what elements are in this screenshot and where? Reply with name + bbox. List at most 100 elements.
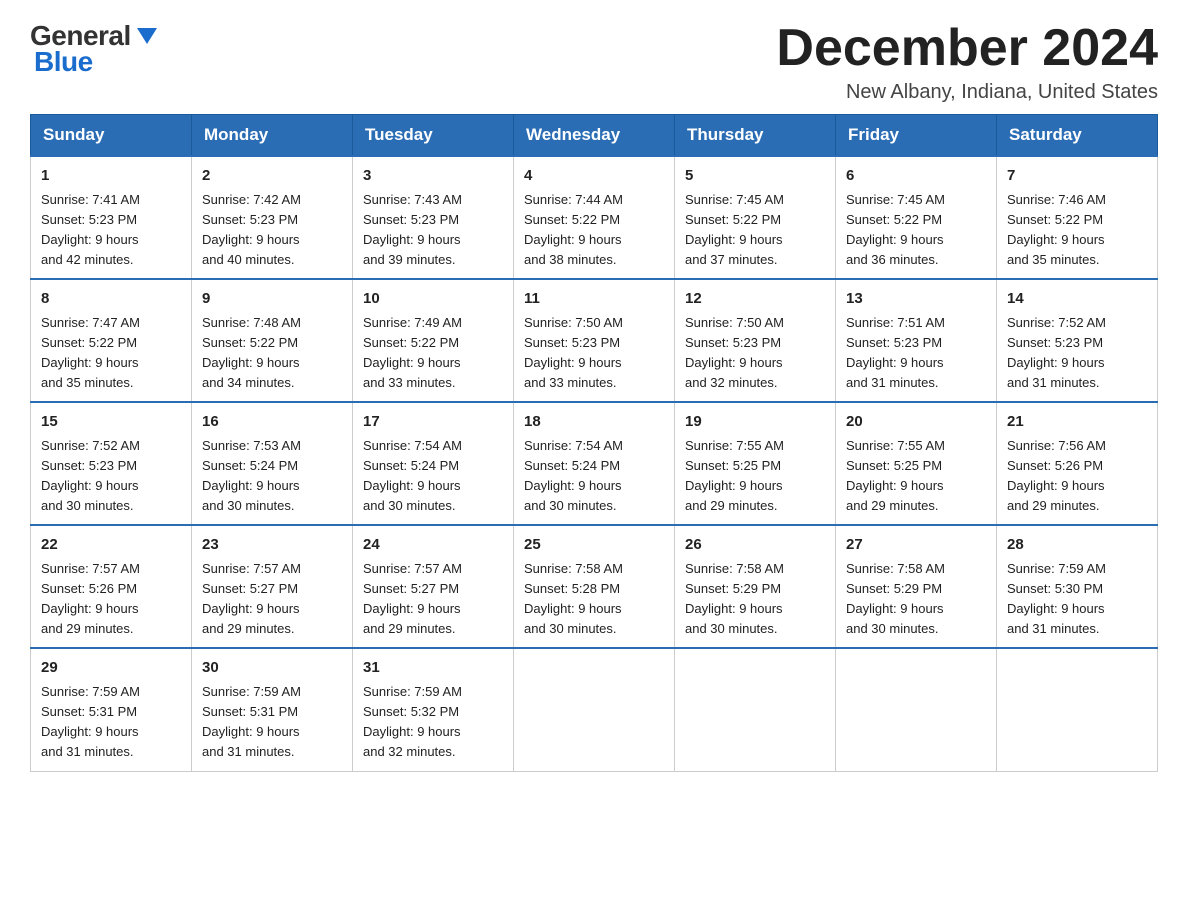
calendar-week-row: 29Sunrise: 7:59 AMSunset: 5:31 PMDayligh… bbox=[31, 648, 1158, 771]
calendar-header-row: SundayMondayTuesdayWednesdayThursdayFrid… bbox=[31, 115, 1158, 157]
daylight-label: Daylight: 9 hoursand 30 minutes. bbox=[685, 601, 783, 636]
day-info: Sunrise: 7:59 AMSunset: 5:32 PMDaylight:… bbox=[363, 682, 503, 763]
sunrise-label: Sunrise: 7:41 AM bbox=[41, 192, 140, 207]
sunrise-label: Sunrise: 7:43 AM bbox=[363, 192, 462, 207]
calendar-day-cell: 7Sunrise: 7:46 AMSunset: 5:22 PMDaylight… bbox=[997, 156, 1158, 279]
day-info: Sunrise: 7:59 AMSunset: 5:31 PMDaylight:… bbox=[41, 682, 181, 763]
calendar-week-row: 8 Sunrise: 7:47 AM Sunset: 5:22 PM Daylight… bbox=[31, 279, 1158, 402]
sunrise-label: Sunrise: 7:56 AM bbox=[1007, 438, 1106, 453]
daylight-label: Daylight: 9 hoursand 33 minutes. bbox=[524, 355, 622, 390]
day-info: Sunrise: 7:48 AMSunset: 5:22 PMDaylight:… bbox=[202, 313, 342, 394]
daylight-label: Daylight: 9 hoursand 29 minutes. bbox=[685, 478, 783, 513]
calendar-day-cell: 13Sunrise: 7:51 AMSunset: 5:23 PMDayligh… bbox=[836, 279, 997, 402]
day-number: 15 bbox=[41, 411, 181, 434]
day-info: Sunrise: 7:44 AM Sunset: 5:22 PM Daylight:… bbox=[524, 190, 664, 271]
calendar-day-cell bbox=[514, 648, 675, 771]
sunset-label: Sunset: 5:25 PM bbox=[846, 458, 942, 473]
calendar-day-cell: 20Sunrise: 7:55 AMSunset: 5:25 PMDayligh… bbox=[836, 402, 997, 525]
sunset-label: Sunset: 5:32 PM bbox=[363, 704, 459, 719]
calendar-day-cell: 1Sunrise: 7:41 AMSunset: 5:23 PMDaylight… bbox=[31, 156, 192, 279]
calendar-week-row: 15 Sunrise: 7:52 AM Sunset: 5:23 PM Dayligh… bbox=[31, 402, 1158, 525]
calendar-day-cell bbox=[675, 648, 836, 771]
month-title: December 2024 bbox=[776, 20, 1158, 77]
day-info: Sunrise: 7:55 AMSunset: 5:25 PMDaylight:… bbox=[846, 436, 986, 517]
day-number: 2 bbox=[202, 165, 342, 188]
sunset-label: Sunset: 5:22 PM bbox=[1007, 212, 1103, 227]
daylight-label: Daylight: 9 hoursand 38 minutes. bbox=[524, 232, 622, 267]
day-info: Sunrise: 7:45 AMSunset: 5:22 PMDaylight:… bbox=[685, 190, 825, 271]
daylight-label: Daylight: 9 hoursand 32 minutes. bbox=[363, 724, 461, 759]
sunset-label: Sunset: 5:22 PM bbox=[363, 335, 459, 350]
daylight-label: Daylight: 9 hoursand 40 minutes. bbox=[202, 232, 300, 267]
sunset-label: Sunset: 5:31 PM bbox=[41, 704, 137, 719]
daylight-label: Daylight: 9 hoursand 29 minutes. bbox=[363, 601, 461, 636]
calendar-day-cell: 31Sunrise: 7:59 AMSunset: 5:32 PMDayligh… bbox=[353, 648, 514, 771]
sunset-label: Sunset: 5:22 PM bbox=[524, 212, 620, 227]
sunrise-label: Sunrise: 7:44 AM bbox=[524, 192, 623, 207]
day-info: Sunrise: 7:55 AM Sunset: 5:25 PM Daylight:… bbox=[685, 436, 825, 517]
sunrise-label: Sunrise: 7:50 AM bbox=[685, 315, 784, 330]
day-number: 24 bbox=[363, 534, 503, 557]
calendar-day-cell: 22Sunrise: 7:57 AMSunset: 5:26 PMDayligh… bbox=[31, 525, 192, 648]
logo-blue-text: Blue bbox=[30, 46, 93, 78]
calendar-day-cell: 8Sunrise: 7:47 AMSunset: 5:22 PMDaylight… bbox=[31, 279, 192, 402]
daylight-label: Daylight: 9 hoursand 35 minutes. bbox=[1007, 232, 1105, 267]
day-info: Sunrise: 7:58 AMSunset: 5:28 PMDaylight:… bbox=[524, 559, 664, 640]
sunrise-label: Sunrise: 7:45 AM bbox=[685, 192, 784, 207]
sunrise-label: Sunrise: 7:57 AM bbox=[202, 561, 301, 576]
sunrise-label: Sunrise: 7:49 AM bbox=[363, 315, 462, 330]
daylight-label: Daylight: 9 hoursand 29 minutes. bbox=[41, 601, 139, 636]
sunrise-label: Sunrise: 7:48 AM bbox=[202, 315, 301, 330]
daylight-label: Daylight: 9 hoursand 31 minutes. bbox=[202, 724, 300, 759]
sunrise-label: Sunrise: 7:55 AM bbox=[846, 438, 945, 453]
day-info: Sunrise: 7:50 AMSunset: 5:23 PMDaylight:… bbox=[524, 313, 664, 394]
sunrise-label: Sunrise: 7:52 AM bbox=[1007, 315, 1106, 330]
calendar-day-cell: 28Sunrise: 7:59 AMSunset: 5:30 PMDayligh… bbox=[997, 525, 1158, 648]
daylight-label: Daylight: 9 hoursand 30 minutes. bbox=[846, 601, 944, 636]
day-of-week-header: Saturday bbox=[997, 115, 1158, 157]
day-info: Sunrise: 7:46 AMSunset: 5:22 PMDaylight:… bbox=[1007, 190, 1147, 271]
sunset-label: Sunset: 5:23 PM bbox=[1007, 335, 1103, 350]
day-number: 18 bbox=[524, 411, 664, 434]
calendar-day-cell: 27Sunrise: 7:58 AMSunset: 5:29 PMDayligh… bbox=[836, 525, 997, 648]
day-number: 10 bbox=[363, 288, 503, 311]
calendar-day-cell: 25Sunrise: 7:58 AMSunset: 5:28 PMDayligh… bbox=[514, 525, 675, 648]
daylight-label: Daylight: 9 hoursand 30 minutes. bbox=[363, 478, 461, 513]
daylight-label: Daylight: 9 hoursand 30 minutes. bbox=[524, 601, 622, 636]
day-number: 25 bbox=[524, 534, 664, 557]
day-info: Sunrise: 7:47 AMSunset: 5:22 PMDaylight:… bbox=[41, 313, 181, 394]
day-number: 19 bbox=[685, 411, 825, 434]
day-info: Sunrise: 7:45 AMSunset: 5:22 PMDaylight:… bbox=[846, 190, 986, 271]
day-number: 11 bbox=[524, 288, 664, 311]
sunset-label: Sunset: 5:25 PM bbox=[685, 458, 781, 473]
day-info: Sunrise: 7:59 AMSunset: 5:30 PMDaylight:… bbox=[1007, 559, 1147, 640]
sunrise-label: Sunrise: 7:55 AM bbox=[685, 438, 784, 453]
calendar-day-cell: 9Sunrise: 7:48 AMSunset: 5:22 PMDaylight… bbox=[192, 279, 353, 402]
sunrise-label: Sunrise: 7:52 AM bbox=[41, 438, 140, 453]
daylight-label: Daylight: 9 hoursand 31 minutes. bbox=[1007, 355, 1105, 390]
calendar-table: SundayMondayTuesdayWednesdayThursdayFrid… bbox=[30, 114, 1158, 771]
day-number: 8 bbox=[41, 288, 181, 311]
daylight-label: Daylight: 9 hoursand 31 minutes. bbox=[41, 724, 139, 759]
day-info: Sunrise: 7:58 AMSunset: 5:29 PMDaylight:… bbox=[846, 559, 986, 640]
day-info: Sunrise: 7:53 AMSunset: 5:24 PMDaylight:… bbox=[202, 436, 342, 517]
sunrise-label: Sunrise: 7:47 AM bbox=[41, 315, 140, 330]
sunrise-label: Sunrise: 7:59 AM bbox=[202, 684, 301, 699]
sunset-label: Sunset: 5:23 PM bbox=[41, 458, 137, 473]
day-info: Sunrise: 7:57 AMSunset: 5:26 PMDaylight:… bbox=[41, 559, 181, 640]
day-info: Sunrise: 7:51 AMSunset: 5:23 PMDaylight:… bbox=[846, 313, 986, 394]
sunset-label: Sunset: 5:24 PM bbox=[363, 458, 459, 473]
daylight-label: Daylight: 9 hoursand 32 minutes. bbox=[685, 355, 783, 390]
calendar-day-cell: 12Sunrise: 7:50 AMSunset: 5:23 PMDayligh… bbox=[675, 279, 836, 402]
day-info: Sunrise: 7:43 AMSunset: 5:23 PMDaylight:… bbox=[363, 190, 503, 271]
day-number: 3 bbox=[363, 165, 503, 188]
day-number: 1 bbox=[41, 165, 181, 188]
day-number: 14 bbox=[1007, 288, 1147, 311]
sunset-label: Sunset: 5:27 PM bbox=[363, 581, 459, 596]
sunset-label: Sunset: 5:23 PM bbox=[846, 335, 942, 350]
calendar-day-cell: 21Sunrise: 7:56 AMSunset: 5:26 PMDayligh… bbox=[997, 402, 1158, 525]
day-number: 23 bbox=[202, 534, 342, 557]
sunset-label: Sunset: 5:22 PM bbox=[41, 335, 137, 350]
day-number: 31 bbox=[363, 657, 503, 680]
day-number: 30 bbox=[202, 657, 342, 680]
